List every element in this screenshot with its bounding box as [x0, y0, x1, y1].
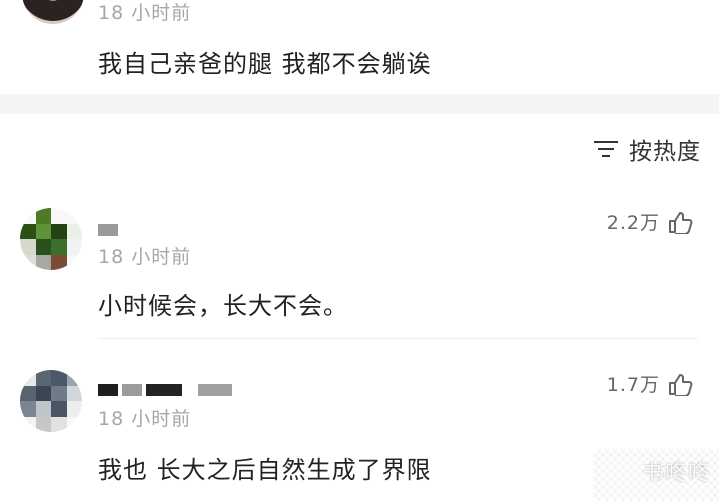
sort-lines-icon: [592, 138, 620, 160]
comment-text: 小时候会，长大不会。: [98, 292, 348, 320]
comment-text: 我也 长大之后自然生成了界限: [98, 456, 432, 484]
like-button[interactable]: 2.2万: [607, 208, 693, 235]
comment-text: 我自己亲爸的腿 我都不会躺诶: [98, 50, 432, 78]
watermark-text: 书咚咚: [641, 461, 711, 486]
avatar[interactable]: [22, 0, 84, 24]
avatar[interactable]: [20, 370, 82, 432]
like-button[interactable]: 1.7万: [607, 370, 693, 397]
sort-by-heat-button[interactable]: 按热度: [592, 132, 701, 166]
thumb-up-icon: [667, 372, 693, 396]
username-redacted: [98, 384, 232, 396]
section-divider: [0, 94, 719, 114]
comment-time: 18 小时前: [98, 246, 192, 268]
avatar[interactable]: [20, 208, 82, 270]
comment-item: 18 小时前 2.2万 小时候会，长大不会。: [0, 198, 719, 333]
divider: [98, 338, 698, 339]
like-count: 2.2万: [606, 212, 660, 234]
comment-time: 18 小时前: [98, 2, 192, 24]
comment-time: 18 小时前: [98, 408, 192, 430]
sort-label: 按热度: [629, 139, 701, 165]
thumb-up-icon: [667, 210, 693, 234]
top-comment: 18 小时前 我自己亲爸的腿 我都不会躺诶: [0, 0, 719, 94]
sort-bar: 按热度: [0, 114, 719, 178]
like-count: 1.7万: [606, 374, 660, 396]
username-redacted: [98, 224, 118, 236]
